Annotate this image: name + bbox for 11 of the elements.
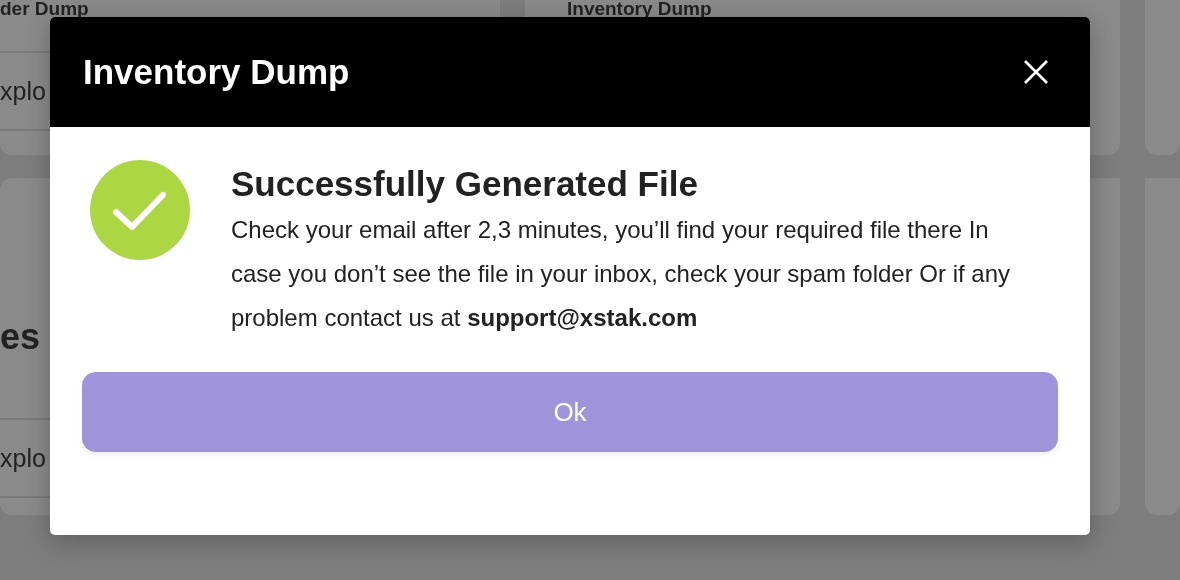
success-check-icon: [90, 160, 190, 260]
card-title: es: [0, 316, 41, 358]
explore-link[interactable]: xplo: [0, 76, 46, 106]
explore-link[interactable]: xplo: [0, 443, 46, 473]
card-title: der Dump: [0, 0, 89, 17]
ok-button[interactable]: Ok: [82, 372, 1058, 452]
dialog-title: Inventory Dump: [83, 52, 350, 92]
success-message: Check your email after 2,3 minutes, you’ll find your required file there In case you don’t see the file in your inbox, check your spam folder Or if any problem contact us at support@xstak.com: [231, 215, 1012, 333]
close-icon[interactable]: [1023, 59, 1049, 85]
success-heading: Successfully Generated File: [231, 163, 698, 205]
card-title: Inventory Dump: [567, 0, 712, 17]
